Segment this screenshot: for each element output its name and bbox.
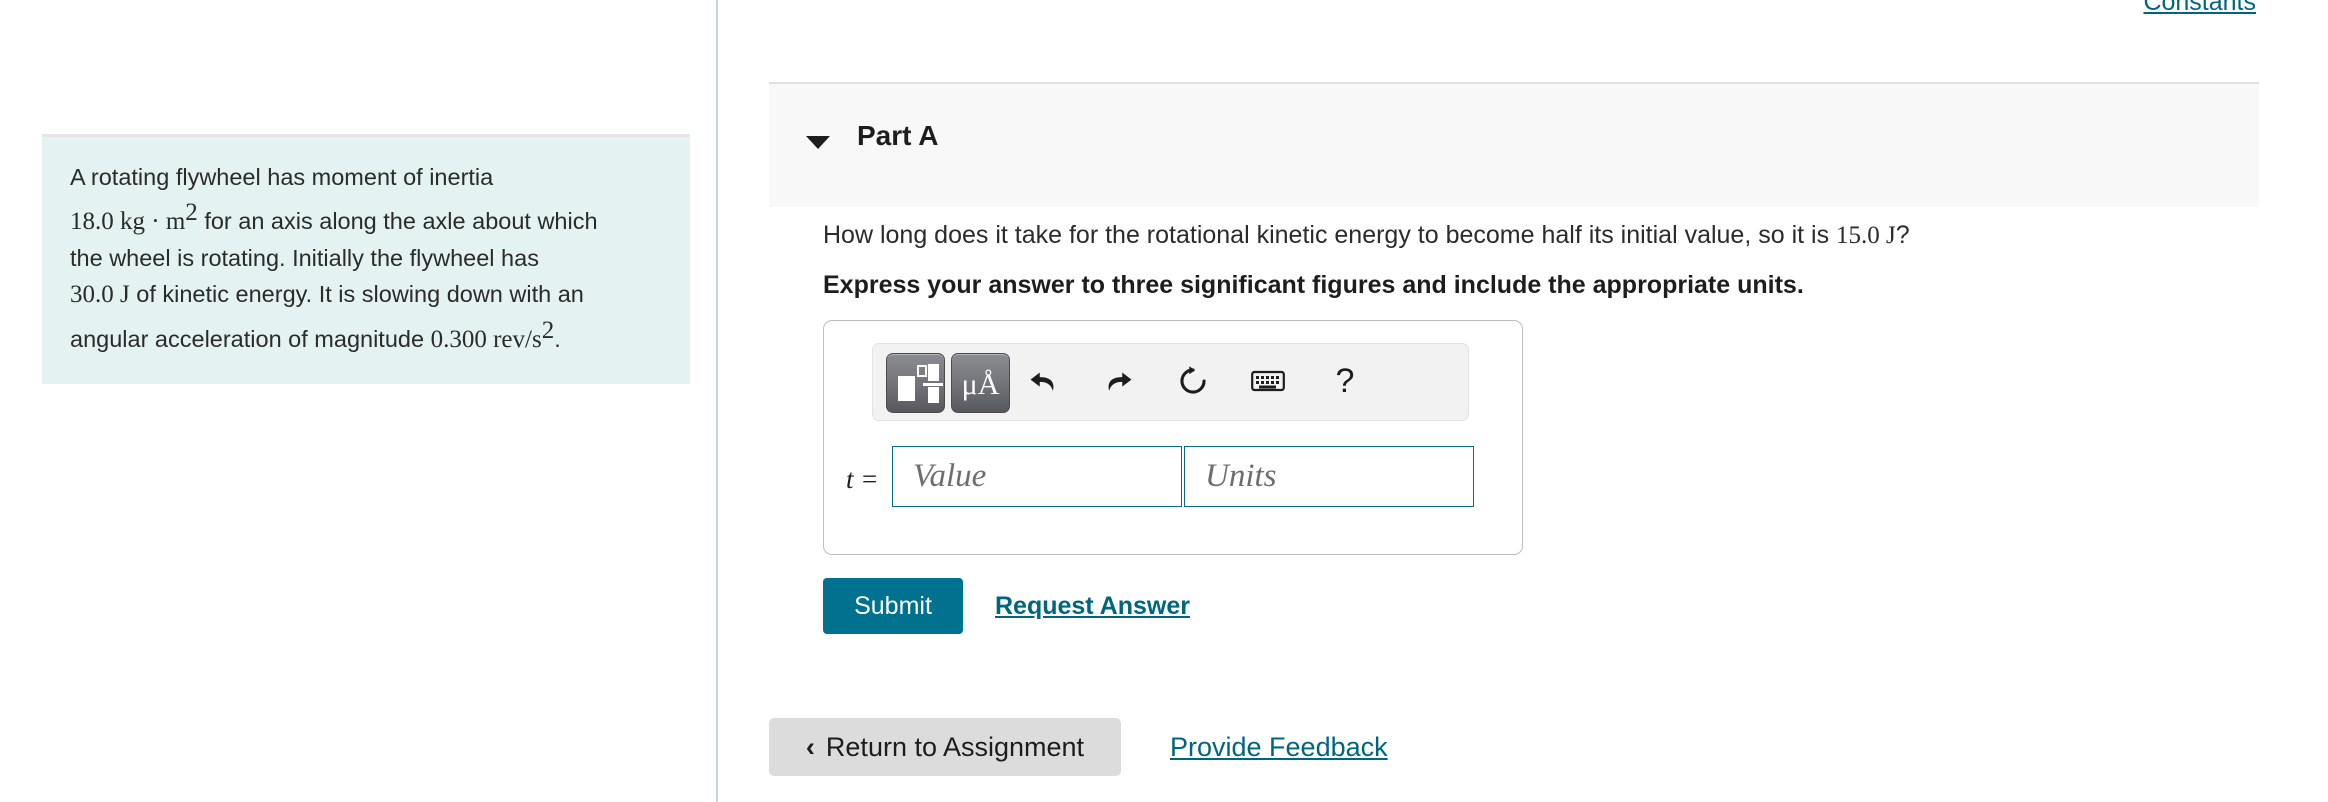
problem-statement-column: A rotating flywheel has moment of inerti… <box>0 0 717 802</box>
help-icon[interactable]: ? <box>1322 358 1368 404</box>
problem-line-1: A rotating flywheel has moment of inerti… <box>70 164 494 190</box>
inertia-unit: kg · m <box>120 207 186 235</box>
problem-line-2-tail: for an axis along the axle about which <box>204 207 598 234</box>
problem-line-4-tail: of kinetic energy. It is slowing down wi… <box>136 280 584 307</box>
undo-icon[interactable] <box>1021 358 1067 404</box>
inertia-value: 18.0 <box>70 207 114 235</box>
problem-period: . <box>554 325 561 352</box>
answer-entry-widget: μÅ ? t = Value Units <box>823 320 1523 555</box>
question-unit: J <box>1886 222 1896 249</box>
problem-statement-box: A rotating flywheel has moment of inerti… <box>42 134 690 384</box>
alpha-value: 0.300 <box>430 325 487 353</box>
part-a-header[interactable]: Part A <box>769 82 2259 207</box>
return-to-assignment-button[interactable]: ‹ Return to Assignment <box>769 718 1121 776</box>
value-placeholder: Value <box>913 458 987 494</box>
keyboard-icon[interactable] <box>1245 358 1291 404</box>
question-text: How long does it take for the rotational… <box>823 218 2223 253</box>
answer-column: Constants Part A How long does it take f… <box>718 0 2328 802</box>
value-input[interactable]: Value <box>892 446 1182 507</box>
chevron-left-icon: ‹ <box>805 731 815 762</box>
submit-button[interactable]: Submit <box>823 578 963 634</box>
variable-label: t = <box>846 464 879 494</box>
problem-statement-text: A rotating flywheel has moment of inerti… <box>70 159 662 358</box>
problem-line-3: the wheel is rotating. Initially the fly… <box>70 244 539 271</box>
energy-unit: J <box>120 280 130 308</box>
chevron-down-icon[interactable] <box>806 136 830 149</box>
units-input[interactable]: Units <box>1184 446 1474 507</box>
answer-input-row: t = Value Units <box>824 446 1522 520</box>
micro-angstrom-icon: μÅ <box>961 368 1000 401</box>
part-a-label: Part A <box>857 120 939 151</box>
units-symbols-button[interactable]: μÅ <box>951 353 1010 413</box>
inertia-unit-exponent: 2 <box>185 199 198 226</box>
math-template-icon <box>887 354 944 412</box>
question-tail: ? <box>1895 221 1910 249</box>
alpha-unit-exponent: 2 <box>541 316 555 344</box>
problem-line-5-head: angular acceleration of magnitude <box>70 325 425 352</box>
reset-icon[interactable] <box>1170 358 1216 404</box>
request-answer-link[interactable]: Request Answer <box>995 592 1190 621</box>
question-value: 15.0 <box>1836 222 1880 249</box>
answer-instruction: Express your answer to three significant… <box>823 271 1804 299</box>
provide-feedback-link[interactable]: Provide Feedback <box>1170 732 1388 763</box>
energy-value: 30.0 <box>70 280 114 308</box>
question-head: How long does it take for the rotational… <box>823 221 1830 249</box>
alpha-unit: rev/s <box>493 325 542 353</box>
redo-icon[interactable] <box>1095 358 1141 404</box>
units-placeholder: Units <box>1205 458 1277 494</box>
constants-link[interactable]: Constants <box>2143 0 2256 17</box>
answer-toolbar: μÅ ? <box>872 343 1469 421</box>
mastering-physics-problem-page: A rotating flywheel has moment of inerti… <box>0 0 2328 802</box>
return-to-assignment-label: Return to Assignment <box>825 731 1085 762</box>
math-template-button[interactable] <box>886 353 945 413</box>
